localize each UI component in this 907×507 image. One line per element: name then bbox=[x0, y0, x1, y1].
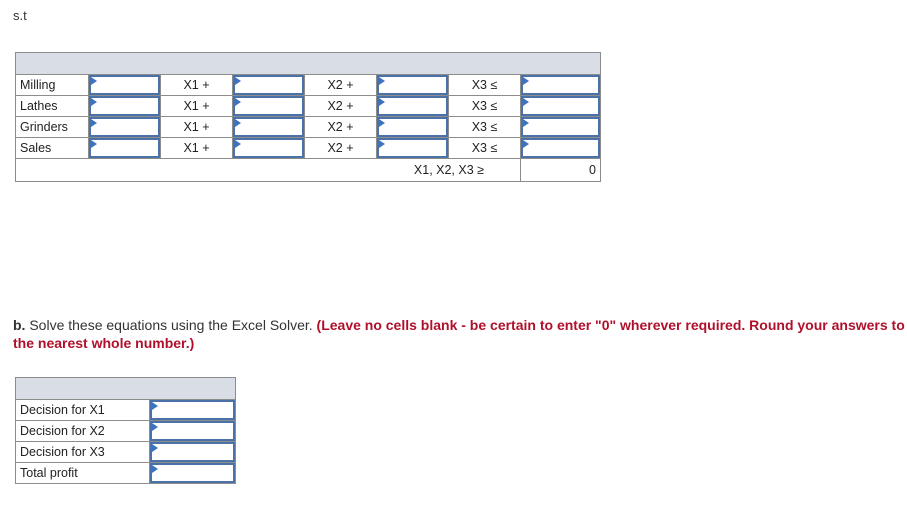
grinders-x3-coef-input[interactable] bbox=[377, 117, 448, 137]
results-row: Decision for X2 bbox=[15, 420, 236, 442]
constraints-table: Milling X1 + X2 + X3 ≤ Lathes X1 + X2 + … bbox=[15, 52, 601, 182]
decision-x2-input[interactable] bbox=[150, 421, 235, 441]
x3-term: X3 ≤ bbox=[448, 137, 521, 159]
milling-x1-coef-input[interactable] bbox=[89, 75, 160, 95]
x1-term: X1 + bbox=[160, 95, 233, 117]
constraint-row-grinders: Grinders X1 + X2 + X3 ≤ bbox=[15, 116, 601, 138]
x2-term: X2 + bbox=[304, 137, 377, 159]
x1-term: X1 + bbox=[160, 137, 233, 159]
decision-x3-input[interactable] bbox=[150, 442, 235, 462]
constraint-label: Lathes bbox=[15, 95, 89, 117]
part-b-text: Solve these equations using the Excel So… bbox=[25, 317, 317, 333]
x3-term: X3 ≤ bbox=[448, 116, 521, 138]
results-table: Decision for X1 Decision for X2 Decision… bbox=[15, 377, 236, 484]
constraint-label: Grinders bbox=[15, 116, 89, 138]
results-header-row bbox=[15, 377, 236, 400]
lathes-rhs-input[interactable] bbox=[521, 96, 600, 116]
milling-x2-coef-input[interactable] bbox=[233, 75, 304, 95]
part-b-prefix: b. bbox=[13, 317, 26, 333]
x2-term: X2 + bbox=[304, 95, 377, 117]
x2-term: X2 + bbox=[304, 74, 377, 96]
sales-x2-coef-input[interactable] bbox=[233, 138, 304, 158]
total-profit-input[interactable] bbox=[150, 463, 235, 483]
result-label: Decision for X3 bbox=[15, 441, 150, 463]
results-row: Total profit bbox=[15, 462, 236, 484]
constraints-header-row bbox=[15, 52, 601, 75]
result-label: Decision for X1 bbox=[15, 399, 150, 421]
result-label: Total profit bbox=[15, 462, 150, 484]
part-b-question: b. Solve these equations using the Excel… bbox=[13, 316, 905, 352]
constraint-row-milling: Milling X1 + X2 + X3 ≤ bbox=[15, 74, 601, 96]
sales-rhs-input[interactable] bbox=[521, 138, 600, 158]
constraint-row-lathes: Lathes X1 + X2 + X3 ≤ bbox=[15, 95, 601, 117]
results-row: Decision for X3 bbox=[15, 441, 236, 463]
lathes-x2-coef-input[interactable] bbox=[233, 96, 304, 116]
x3-term: X3 ≤ bbox=[448, 95, 521, 117]
grinders-x1-coef-input[interactable] bbox=[89, 117, 160, 137]
x3-term: X3 ≤ bbox=[448, 74, 521, 96]
result-label: Decision for X2 bbox=[15, 420, 150, 442]
milling-rhs-input[interactable] bbox=[521, 75, 600, 95]
lathes-x1-coef-input[interactable] bbox=[89, 96, 160, 116]
grinders-x2-coef-input[interactable] bbox=[233, 117, 304, 137]
lathes-x3-coef-input[interactable] bbox=[377, 96, 448, 116]
milling-x3-coef-input[interactable] bbox=[377, 75, 448, 95]
sales-x3-coef-input[interactable] bbox=[377, 138, 448, 158]
nonnegativity-row: X1, X2, X3 ≥ 0 bbox=[15, 158, 601, 182]
sales-x1-coef-input[interactable] bbox=[89, 138, 160, 158]
nonnegativity-value: 0 bbox=[520, 158, 601, 182]
decision-x1-input[interactable] bbox=[150, 400, 235, 420]
results-row: Decision for X1 bbox=[15, 399, 236, 421]
grinders-rhs-input[interactable] bbox=[521, 117, 600, 137]
constraint-row-sales: Sales X1 + X2 + X3 ≤ bbox=[15, 137, 601, 159]
subject-to-label: s.t bbox=[13, 8, 27, 23]
nonnegativity-text: X1, X2, X3 ≥ bbox=[15, 158, 521, 182]
constraint-label: Milling bbox=[15, 74, 89, 96]
x1-term: X1 + bbox=[160, 116, 233, 138]
x2-term: X2 + bbox=[304, 116, 377, 138]
x1-term: X1 + bbox=[160, 74, 233, 96]
constraint-label: Sales bbox=[15, 137, 89, 159]
